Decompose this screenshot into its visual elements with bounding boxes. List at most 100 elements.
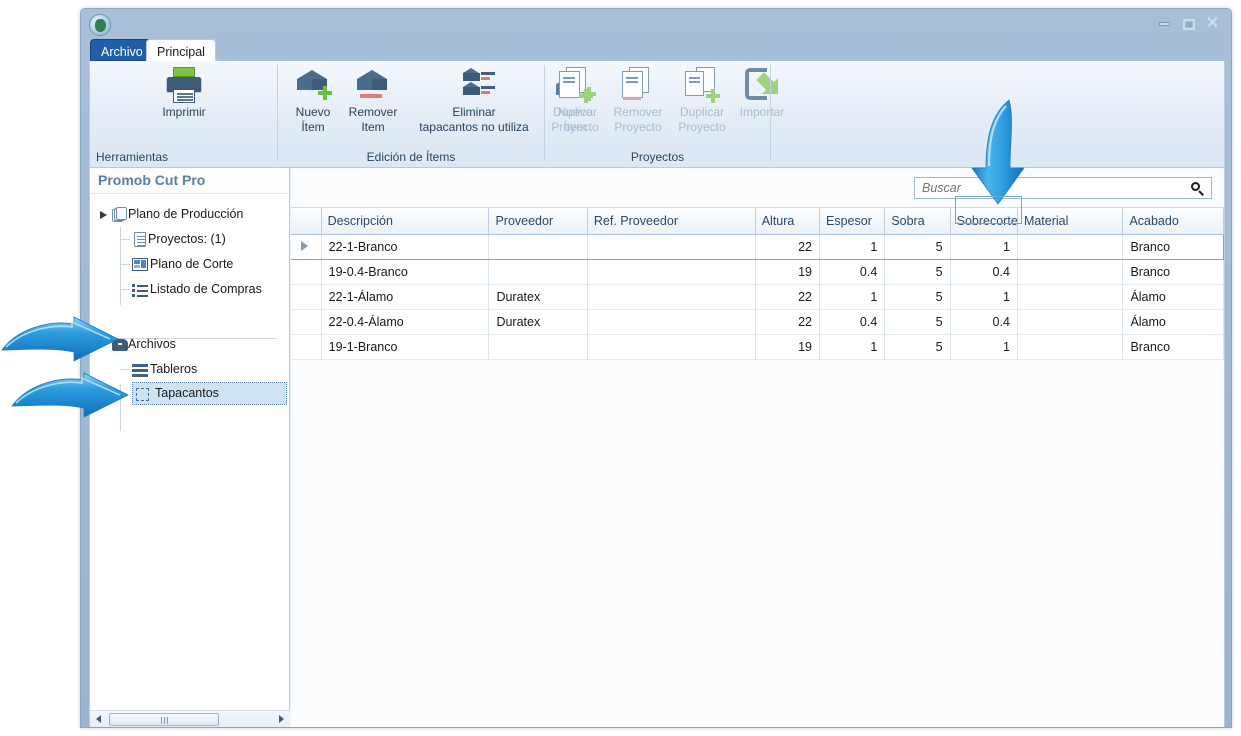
ribbon-button-nuevo-item[interactable]: Nuevo Ítem — [284, 66, 342, 134]
cell-acabado[interactable]: Álamo — [1122, 284, 1224, 310]
cell-altura[interactable]: 22 — [755, 284, 821, 310]
search-icon[interactable] — [1191, 182, 1204, 196]
cell-material[interactable] — [1017, 259, 1124, 285]
row-selector[interactable] — [291, 334, 322, 360]
close-icon[interactable]: ✕ — [1204, 16, 1221, 32]
cell-sobrecorte[interactable]: 1 — [950, 233, 1018, 260]
cell-espesor[interactable]: 1 — [819, 334, 886, 360]
grid-header-espesor[interactable]: Espesor — [819, 208, 886, 235]
cell-sobrecorte[interactable]: 1 — [950, 284, 1018, 310]
row-selector[interactable] — [291, 284, 322, 310]
cell-descripcion[interactable]: 19-0.4-Branco — [321, 259, 490, 285]
grid-header-material[interactable]: Material — [1017, 208, 1124, 235]
cell-sobrecorte[interactable]: 1 — [950, 334, 1018, 360]
cell-descripcion[interactable]: 22-1-Álamo — [321, 284, 490, 310]
expand-triangle-icon[interactable] — [100, 211, 107, 219]
ribbon-button-remover-proyecto[interactable]: Remover Proyecto — [605, 66, 671, 134]
cell-sobra[interactable]: 5 — [884, 233, 951, 260]
grid-header-descripcion[interactable]: Descripción — [321, 208, 490, 235]
grid-header-ref_proveedor[interactable]: Ref. Proveedor — [587, 208, 756, 235]
grid-header-altura[interactable]: Altura — [755, 208, 821, 235]
cell-acabado[interactable]: Álamo — [1122, 309, 1224, 335]
cell-altura[interactable]: 22 — [755, 309, 821, 335]
cell-ref_proveedor[interactable] — [587, 334, 756, 360]
cell-proveedor[interactable]: Duratex — [488, 284, 588, 310]
minimize-icon[interactable] — [1156, 17, 1173, 31]
cell-altura[interactable]: 19 — [755, 259, 821, 285]
cell-espesor[interactable]: 1 — [819, 284, 886, 310]
sidebar-item-archivos[interactable]: Archivos — [90, 332, 289, 357]
maximize-icon[interactable] — [1180, 17, 1197, 31]
cell-proveedor[interactable] — [488, 259, 588, 285]
row-selector[interactable] — [291, 233, 322, 260]
search-box[interactable] — [914, 177, 1212, 199]
cell-descripcion[interactable]: 19-1-Branco — [321, 334, 490, 360]
ribbon-button-importar[interactable]: Importar — [733, 66, 791, 119]
ribbon-button-label2: Proyecto — [551, 120, 599, 134]
cell-proveedor[interactable] — [488, 233, 588, 260]
cell-material[interactable] — [1017, 309, 1124, 335]
cell-espesor[interactable]: 0.4 — [819, 259, 886, 285]
grid-header-proveedor[interactable]: Proveedor — [488, 208, 588, 235]
ribbon-separator — [770, 65, 771, 161]
search-input[interactable] — [922, 178, 1182, 198]
cell-ref_proveedor[interactable] — [587, 233, 756, 260]
table-row[interactable]: 22-1-Álamo Duratex 22 1 5 1 Álamo — [291, 284, 1224, 310]
cell-ref_proveedor[interactable] — [587, 284, 756, 310]
scrollbar-thumb[interactable] — [109, 713, 219, 726]
sidebar-horizontal-scrollbar[interactable] — [90, 710, 290, 727]
cell-sobra[interactable]: 5 — [884, 284, 951, 310]
ribbon-group-proyectos: Nuevo Proyecto Remover Proyecto Duplicar… — [545, 61, 784, 166]
tab-archivo[interactable]: Archivo — [90, 39, 154, 61]
cell-altura[interactable]: 22 — [755, 233, 821, 260]
tab-principal[interactable]: Principal — [146, 39, 216, 61]
cell-espesor[interactable]: 0.4 — [819, 309, 886, 335]
window-controls: ✕ — [1156, 16, 1221, 32]
table-row[interactable]: 22-0.4-Álamo Duratex 22 0.4 5 0.4 Álamo — [291, 309, 1224, 335]
sidebar-item-proyectos[interactable]: Proyectos: (1) — [90, 227, 289, 252]
cell-sobra[interactable]: 5 — [884, 334, 951, 360]
cell-acabado[interactable]: Branco — [1122, 233, 1224, 260]
cell-acabado[interactable]: Branco — [1122, 334, 1224, 360]
cell-material[interactable] — [1017, 233, 1124, 260]
cell-sobra[interactable]: 5 — [884, 309, 951, 335]
sidebar-item-listado-de-compras[interactable]: Listado de Compras — [90, 277, 289, 302]
cell-sobrecorte[interactable]: 0.4 — [950, 259, 1018, 285]
title-bar: ✕ — [81, 9, 1231, 39]
cell-proveedor[interactable] — [488, 334, 588, 360]
grid-header-sobrecorte[interactable]: Sobrecorte — [950, 208, 1018, 235]
scroll-left-icon[interactable] — [96, 715, 101, 723]
cell-sobrecorte[interactable]: 0.4 — [950, 309, 1018, 335]
cell-material[interactable] — [1017, 334, 1124, 360]
scroll-right-icon[interactable] — [279, 715, 284, 723]
cell-acabado[interactable]: Branco — [1122, 259, 1224, 285]
cell-ref_proveedor[interactable] — [587, 259, 756, 285]
grid-header-acabado[interactable]: Acabado — [1122, 208, 1224, 235]
cell-descripcion[interactable]: 22-0.4-Álamo — [321, 309, 490, 335]
table-row[interactable]: 19-1-Branco 19 1 5 1 Branco — [291, 334, 1224, 360]
cell-espesor[interactable]: 1 — [819, 233, 886, 260]
cell-proveedor[interactable]: Duratex — [488, 309, 588, 335]
sidebar-item-plano-de-produccion[interactable]: Plano de Producción — [90, 202, 289, 227]
grid-header-sobra[interactable]: Sobra — [884, 208, 951, 235]
cell-material[interactable] — [1017, 284, 1124, 310]
table-row[interactable]: 22-1-Branco 22 1 5 1 Branco — [291, 233, 1224, 260]
cell-sobra[interactable]: 5 — [884, 259, 951, 285]
ribbon-button-imprimir[interactable]: Imprimir — [104, 66, 264, 119]
cube-add-icon — [293, 66, 333, 104]
row-selector[interactable] — [291, 259, 322, 285]
sidebar-item-plano-de-corte[interactable]: Plano de Corte — [90, 252, 289, 277]
ribbon-button-nuevo-proyecto[interactable]: Nuevo Proyecto — [545, 66, 605, 134]
ribbon-tabs: Archivo Principal — [81, 39, 1231, 61]
cell-altura[interactable]: 19 — [755, 334, 821, 360]
cell-descripcion[interactable]: 22-1-Branco — [320, 233, 490, 260]
sidebar-item-tapacantos[interactable]: Tapacantos — [132, 382, 287, 405]
sidebar-item-tableros[interactable]: Tableros — [90, 357, 289, 382]
row-selector[interactable] — [291, 309, 322, 335]
grid-header-idx[interactable] — [291, 208, 322, 235]
cell-ref_proveedor[interactable] — [587, 309, 756, 335]
ribbon-button-duplicar-proyecto[interactable]: Duplicar Proyecto — [671, 66, 733, 134]
ribbon-button-eliminar-tapacantos[interactable]: Eliminar tapacantos no utiliza — [404, 66, 544, 134]
ribbon-button-remover-item[interactable]: Remover Item — [342, 66, 404, 134]
table-row[interactable]: 19-0.4-Branco 19 0.4 5 0.4 Branco — [291, 259, 1224, 285]
